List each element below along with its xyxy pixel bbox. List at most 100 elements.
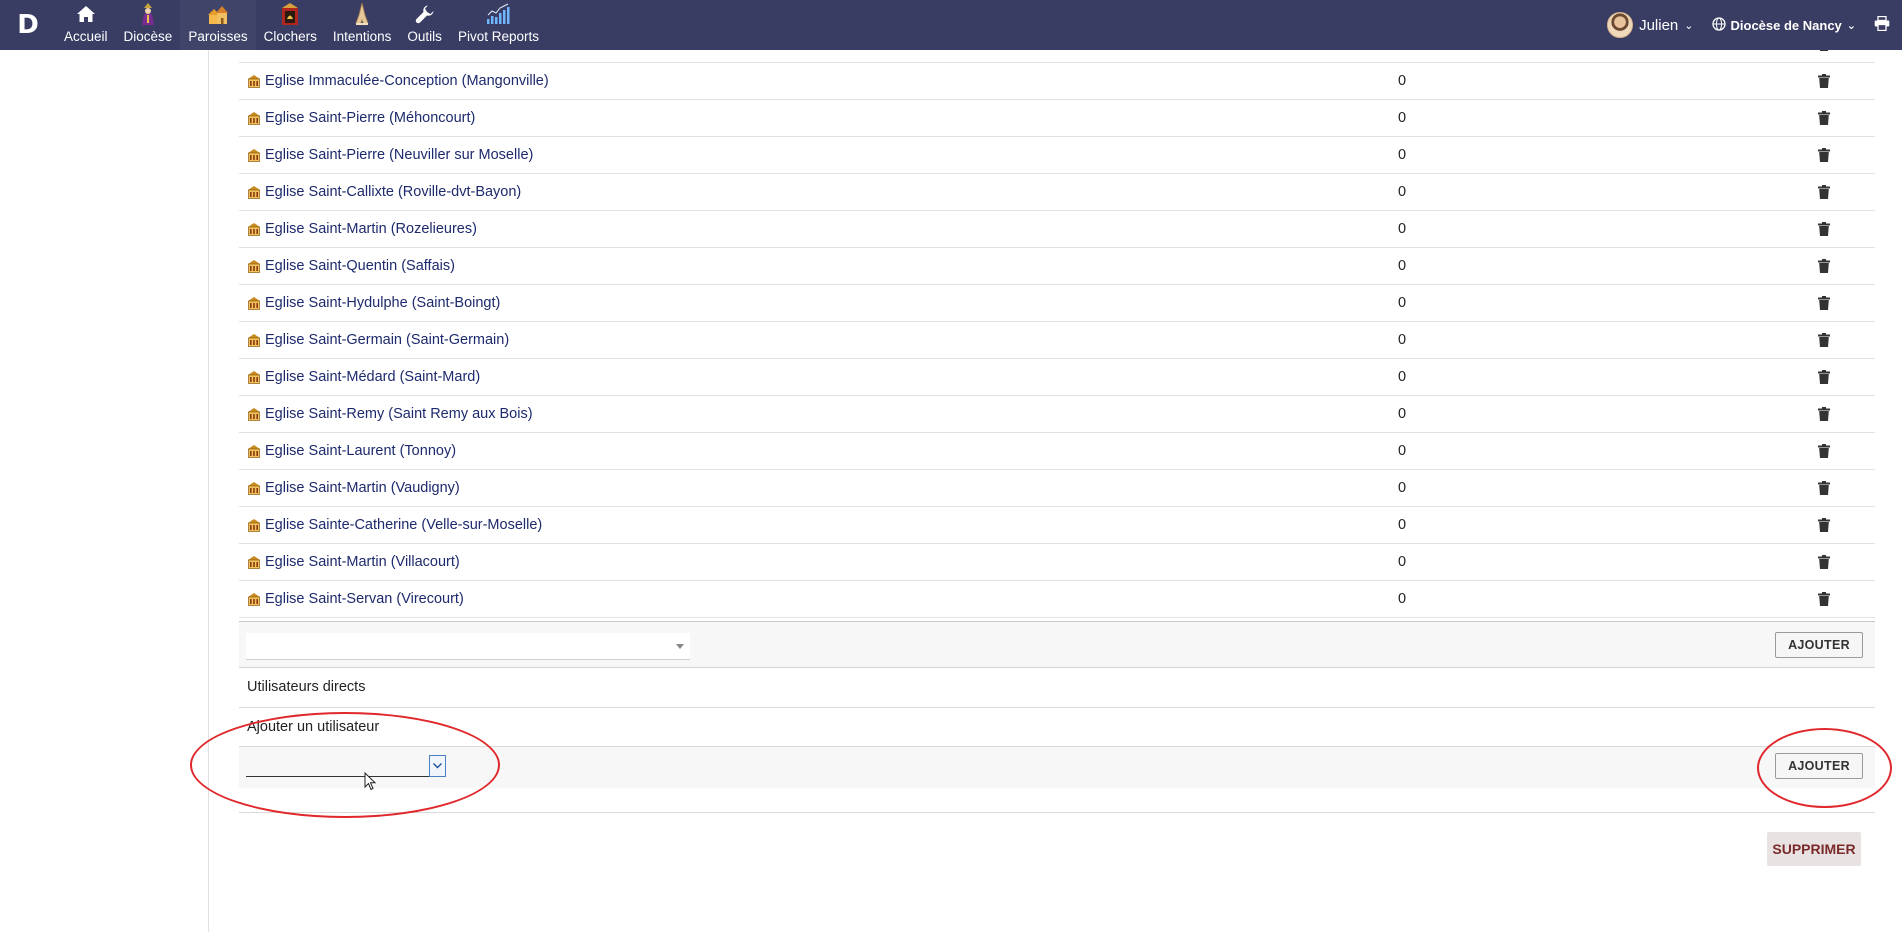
church-name: Eglise Saint-Martin (Vaudigny)	[265, 480, 460, 496]
nav-pivot-reports[interactable]: Pivot Reports	[450, 0, 547, 50]
church-link[interactable]: Eglise Saint-Martin (Villacourt)	[247, 554, 460, 570]
trash-icon[interactable]	[1817, 221, 1831, 237]
nav-clochers[interactable]: Clochers	[256, 0, 325, 50]
trash-icon[interactable]	[1817, 332, 1831, 348]
church-icon	[247, 444, 261, 458]
church-count: 0	[1398, 295, 1407, 311]
wrench-icon	[415, 2, 435, 26]
user-menu[interactable]: Julien ⌄	[1607, 12, 1694, 38]
table-row: Eglise Saint-Pierre (Méhoncourt) 0	[239, 100, 1875, 137]
left-sidebar	[0, 50, 209, 932]
church-icon	[247, 185, 261, 199]
top-navbar: D Accueil Diocèse Paroisses Clochers Int…	[0, 0, 1902, 50]
nav-accueil-label: Accueil	[64, 29, 108, 44]
add-user-button[interactable]: AJOUTER	[1775, 753, 1863, 779]
church-link[interactable]: Eglise Saint-Callixte (Roville-dvt-Bayon…	[247, 184, 521, 200]
nav-accueil[interactable]: Accueil	[56, 0, 116, 50]
church-count: 0	[1398, 73, 1407, 89]
church-count: 0	[1398, 406, 1407, 422]
globe-icon	[1711, 16, 1726, 34]
table-row: Eglise Saint-Martin (Villacourt) 0	[239, 544, 1875, 581]
user-select[interactable]	[246, 755, 446, 777]
church-link[interactable]: Eglise Saint-Remy (Saint Remy aux Bois)	[247, 406, 533, 422]
diocese-selector[interactable]: Diocèse de Nancy ⌄	[1711, 16, 1856, 34]
church-link[interactable]: Eglise Saint-Laurent (Tonnoy)	[247, 443, 456, 459]
trash-icon[interactable]	[1817, 147, 1831, 163]
trash-icon[interactable]	[1817, 480, 1831, 496]
trash-icon[interactable]	[1817, 517, 1831, 533]
divider	[239, 812, 1875, 813]
add-church-button[interactable]: AJOUTER	[1775, 632, 1863, 658]
trash-icon[interactable]	[1817, 258, 1831, 274]
trash-icon[interactable]	[1817, 554, 1831, 570]
church-link[interactable]: Eglise Saint-Servan (Virecourt)	[247, 591, 464, 607]
church-icon	[247, 592, 261, 606]
church-count: 0	[1398, 554, 1407, 570]
church-name: Eglise Saint-Quentin (Saffais)	[265, 258, 455, 274]
church-link[interactable]: Eglise Saint-Hydulphe (Saint-Boingt)	[247, 295, 500, 311]
chevron-down-icon[interactable]	[429, 755, 446, 777]
diocese-name: Diocèse de Nancy	[1730, 17, 1842, 33]
church-name: Eglise Saint-Remy (Saint Remy aux Bois)	[265, 406, 533, 422]
nav-diocese[interactable]: Diocèse	[116, 0, 181, 50]
nav-pivot-reports-label: Pivot Reports	[457, 29, 539, 44]
church-link[interactable]: Eglise Saint-Martin (Vaudigny)	[247, 480, 460, 496]
nav-outils[interactable]: Outils	[399, 0, 450, 50]
church-select[interactable]	[246, 633, 690, 660]
church-icon	[247, 555, 261, 569]
trash-icon[interactable]	[1817, 443, 1831, 459]
churches-icon	[206, 2, 230, 26]
add-user-label: Ajouter un utilisateur	[247, 719, 380, 735]
church-icon	[247, 370, 261, 384]
church-count: 0	[1398, 332, 1407, 348]
church-link[interactable]: Eglise Saint-Médard (Saint-Mard)	[247, 369, 480, 385]
church-count: 0	[1398, 147, 1407, 163]
church-icon	[247, 481, 261, 495]
church-link[interactable]: Eglise Saint-Pierre (Méhoncourt)	[247, 110, 475, 126]
church-icon	[247, 74, 261, 88]
trash-icon[interactable]	[1817, 406, 1831, 422]
table-row: Eglise Saint-Callixte (Roville-dvt-Bayon…	[239, 174, 1875, 211]
app-logo[interactable]: D	[0, 0, 56, 50]
church-icon	[247, 333, 261, 347]
church-name: Eglise Saint-Laurent (Tonnoy)	[265, 443, 457, 459]
church-link[interactable]: Eglise Saint-Pierre (Neuviller sur Mosel…	[247, 147, 533, 163]
trash-icon[interactable]	[1817, 73, 1831, 89]
nav-intentions[interactable]: Intentions	[325, 0, 400, 50]
table-row: Eglise Sainte-Catherine (Velle-sur-Mosel…	[239, 507, 1875, 544]
church-name: Eglise Immaculée-Conception (Mangonville…	[265, 73, 549, 89]
trash-icon[interactable]	[1817, 369, 1831, 385]
add-user-bar: AJOUTER	[239, 747, 1875, 788]
nav-paroisses[interactable]: Paroisses	[180, 0, 256, 50]
bishop-icon	[138, 2, 158, 26]
church-icon	[247, 259, 261, 273]
nav-paroisses-label: Paroisses	[188, 29, 248, 44]
church-count: 0	[1398, 369, 1407, 385]
chevron-down-icon: ⌄	[1684, 19, 1694, 32]
church-link[interactable]: Eglise Sainte-Catherine (Velle-sur-Mosel…	[247, 517, 542, 533]
church-count: 0	[1398, 517, 1407, 533]
trash-icon[interactable]	[1817, 591, 1831, 607]
church-name: Eglise Saint-Germain (Saint-Germain)	[265, 332, 510, 348]
church-name: Eglise Saint-Servan (Virecourt)	[265, 591, 464, 607]
church-count: 0	[1398, 443, 1407, 459]
chevron-down-icon: ⌄	[1846, 19, 1856, 32]
delete-button[interactable]: SUPPRIMER	[1767, 832, 1861, 866]
trash-icon[interactable]	[1817, 110, 1831, 126]
church-count: 0	[1398, 110, 1407, 126]
divider	[239, 707, 1875, 708]
direct-users-title: Utilisateurs directs	[247, 679, 366, 695]
church-link[interactable]: Eglise Saint-Germain (Saint-Germain)	[247, 332, 509, 348]
church-link[interactable]: Eglise Saint-Quentin (Saffais)	[247, 258, 455, 274]
print-icon[interactable]	[1874, 15, 1890, 35]
table-row: Eglise Saint-Médard (Saint-Mard) 0	[239, 359, 1875, 396]
church-name: Eglise Saint-Martin (Rozelieures)	[265, 221, 477, 237]
trash-icon[interactable]	[1817, 184, 1831, 200]
trash-icon[interactable]	[1817, 295, 1831, 311]
nav-diocese-label: Diocèse	[123, 29, 173, 44]
topbar-right: Julien ⌄ Diocèse de Nancy ⌄	[1607, 0, 1902, 50]
church-link[interactable]: Eglise Saint-Martin (Rozelieures)	[247, 221, 477, 237]
church-link[interactable]: Eglise Immaculée-Conception (Mangonville…	[247, 73, 549, 89]
church-icon	[247, 407, 261, 421]
table-row: Eglise Saint-Martin (Vaudigny) 0	[239, 470, 1875, 507]
